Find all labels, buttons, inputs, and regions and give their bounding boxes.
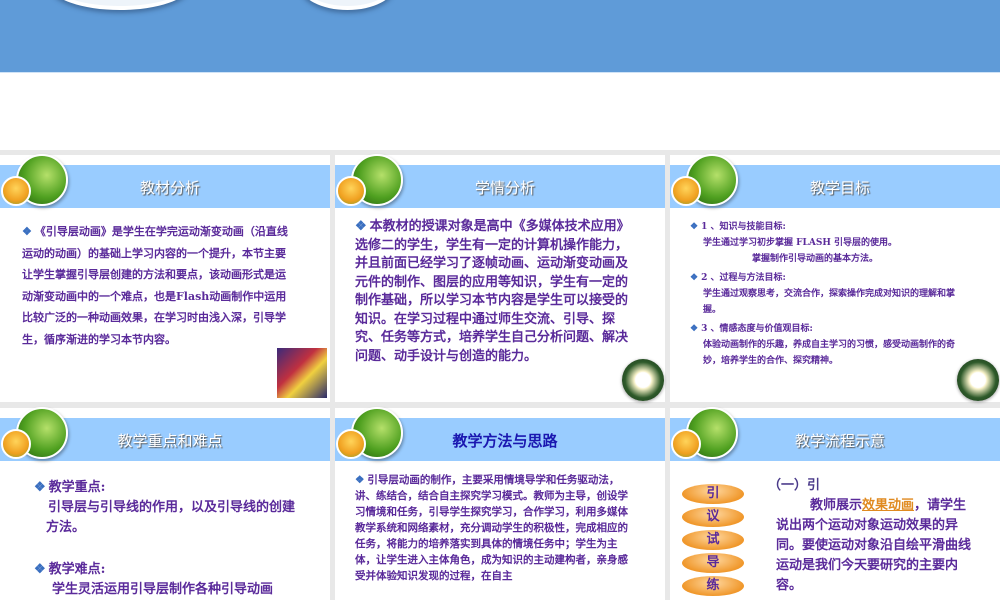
bullet-icon: ❖ [690,222,699,232]
bullet-icon: ❖ [34,480,46,495]
panel-text: 本教材的授课对象是高中《多媒体技术应用》选修二的学生，学生有一定的计算机操作能力… [355,219,630,364]
clipart-image [277,348,327,398]
flow-step-button[interactable]: 议 [682,507,744,527]
flow-step-button[interactable]: 引 [682,484,744,504]
banner-ornament [300,0,395,10]
grass-logo-icon [336,429,366,459]
slide-teaching-material[interactable]: 教材分析 ❖ 《引导层动画》是学生在学完运动渐变动画（沿直线运动的动画）的基础上学… [0,154,330,402]
grass-logo-icon [336,176,366,206]
effect-animation-link[interactable]: 效果动画 [862,498,914,513]
goal-text: 掌握制作引导动画的基本方法。 [752,254,879,264]
bullet-icon: ❖ [690,273,699,283]
difficulty-heading: 教学难点: [48,562,106,577]
flow-step-button[interactable]: 导 [682,553,744,573]
grass-logo-icon [671,176,701,206]
slide-teaching-flow[interactable]: 教学流程示意 引 议 试 导 练 （一）引 教师展示效果动画，请学生说出两个运动… [670,407,1000,600]
goal-text: 体验动画制作的乐趣，养成自主学习的习惯，感受动画制作的奇妙，培养学生的合作、探究… [703,340,956,366]
grass-logo-icon [671,429,701,459]
panel-text: 《引导层动画》是学生在学完运动渐变动画（沿直线运动的动画）的基础上学习内容的一个… [22,225,288,346]
slide-key-difficult-points[interactable]: 教学重点和难点 ❖ 教学重点: 引导层与引导线的作用，以及引导线的创建方法。 ❖ 教… [0,407,330,600]
key-text: 引导层与引导线的作用，以及引导线的创建方法。 [46,500,296,535]
bullet-icon: ❖ [355,219,367,234]
flow-step-button[interactable]: 试 [682,530,744,550]
bullet-icon: ❖ [34,562,46,577]
slide-teaching-goals[interactable]: 教学目标 ❖ 1 、知识与技能目标: 学生通过学习初步掌握 FLASH 引导层的使… [670,154,1000,402]
goal-heading: 2 、过程与方法目标: [701,273,786,283]
difficulty-text: 学生灵活运用引导层制作各种引导动画 [52,582,274,597]
slide-teaching-methods[interactable]: 教学方法与思路 ❖ 引导层动画的制作，主要采用情境导学和任务驱动法，讲、练结合，结… [335,407,665,600]
goal-heading: 3 、情感态度与价值观目标: [701,324,813,334]
top-banner [0,0,1000,73]
section-heading: （一）引 [768,478,821,493]
banner-ornament [50,0,190,10]
flower-image [957,359,999,401]
grass-logo-icon [1,429,31,459]
flow-text: 教师展示 [810,498,863,513]
grass-logo-icon [1,176,31,206]
goal-text: 学生通过观察思考，交流合作，探索操作完成对知识的理解和掌握。 [703,289,956,315]
panel-text: 引导层动画的制作，主要采用情境导学和任务驱动法，讲、练结合，结合自主探究学习模式… [355,474,628,582]
slide-student-analysis[interactable]: 学情分析 ❖ 本教材的授课对象是高中《多媒体技术应用》选修二的学生，学生有一定的计… [335,154,665,402]
flow-step-button[interactable]: 练 [682,576,744,596]
bullet-icon: ❖ [690,324,699,334]
goal-text: 学生通过学习初步掌握 FLASH 引导层的使用。 [703,238,897,248]
bullet-icon: ❖ [355,474,365,486]
bullet-icon: ❖ [22,225,32,238]
goal-heading: 1 、知识与技能目标: [701,222,786,232]
key-heading: 教学重点: [48,480,106,495]
flower-image [622,359,664,401]
